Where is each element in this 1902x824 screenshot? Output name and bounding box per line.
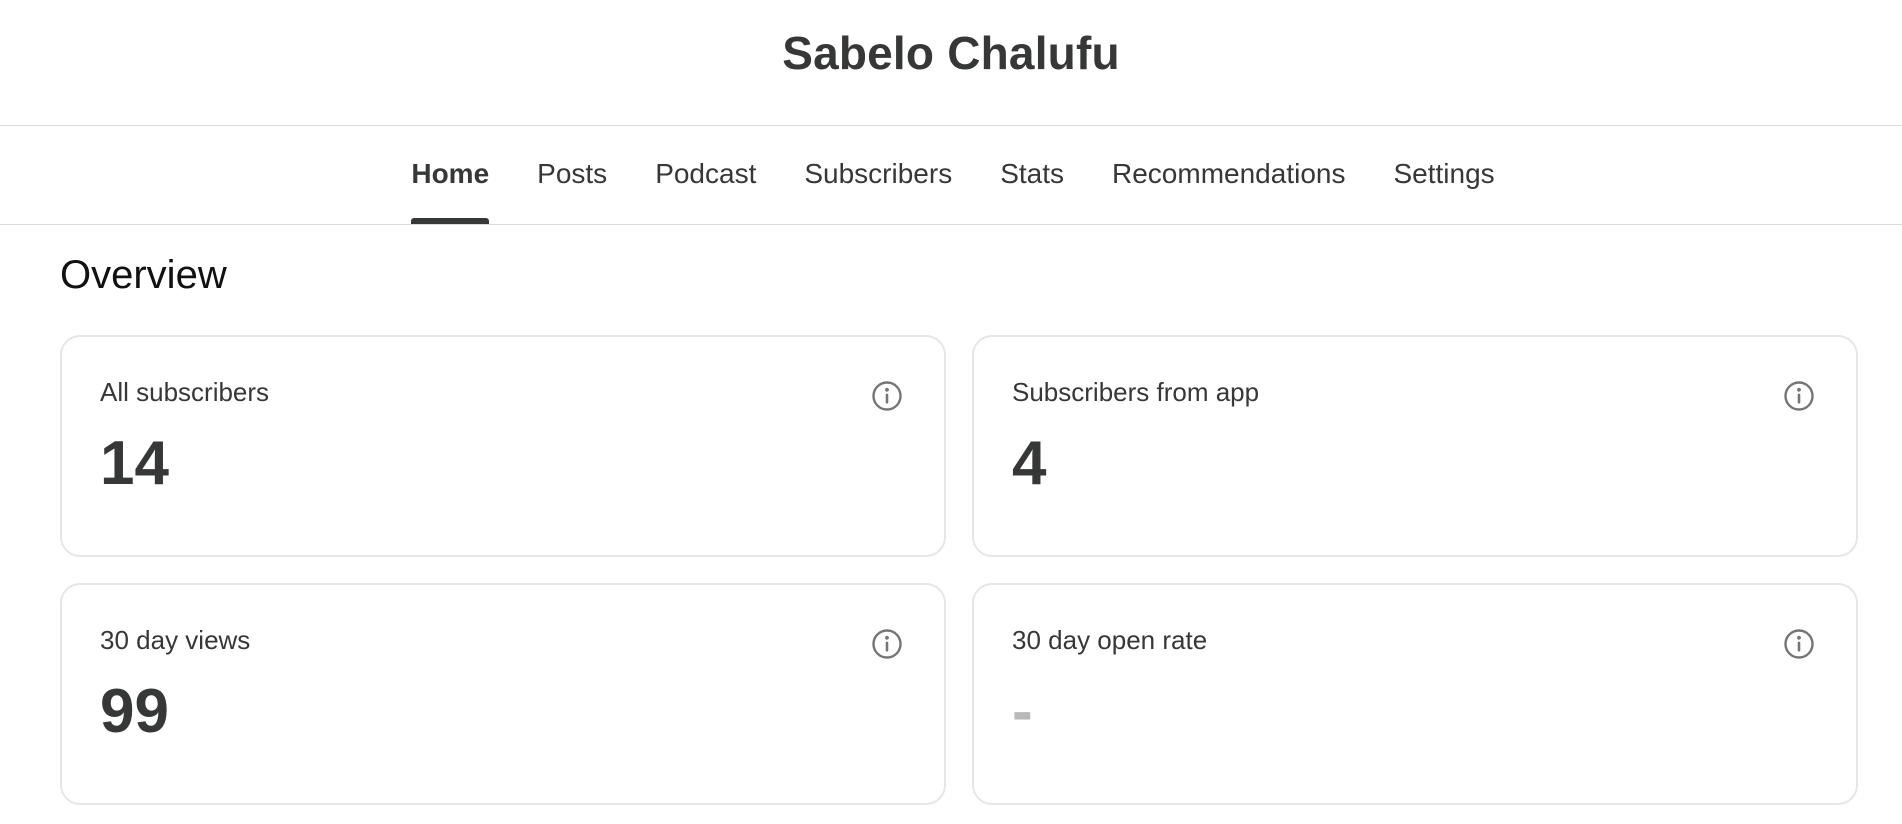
stat-card-label: 30 day views: [100, 625, 251, 655]
stat-card-label: All subscribers: [100, 377, 270, 407]
tab-podcast[interactable]: Podcast: [655, 126, 756, 224]
tab-subscribers[interactable]: Subscribers: [804, 126, 952, 224]
main-content: Overview All subscribers 14 Subscribers …: [0, 225, 1902, 805]
tab-posts[interactable]: Posts: [537, 126, 607, 224]
dashboard-nav: Home Posts Podcast Subscribers Stats Rec…: [0, 126, 1902, 225]
stat-card-value: 14: [100, 429, 169, 498]
stat-card-all-subscribers: All subscribers 14: [60, 335, 946, 557]
overview-heading: Overview: [60, 253, 227, 297]
stat-card-value: 99: [100, 677, 169, 746]
overview-cards: All subscribers 14 Subscribers from app …: [60, 335, 1858, 805]
publication-title: Sabelo Chalufu: [782, 26, 1120, 79]
stat-card-30-day-views: 30 day views 99: [60, 583, 946, 805]
tab-recommendations[interactable]: Recommendations: [1112, 126, 1345, 224]
tab-settings[interactable]: Settings: [1393, 126, 1494, 224]
tab-stats[interactable]: Stats: [1000, 126, 1064, 224]
info-icon[interactable]: [871, 380, 903, 412]
info-icon[interactable]: [1783, 380, 1815, 412]
info-icon[interactable]: [1783, 628, 1815, 660]
stat-card-label: Subscribers from app: [1012, 377, 1260, 407]
tab-home[interactable]: Home: [411, 126, 489, 224]
stat-card-value: -: [1012, 677, 1033, 746]
info-icon[interactable]: [871, 628, 903, 660]
site-header: Sabelo Chalufu: [0, 0, 1902, 126]
stat-card-30-day-open-rate: 30 day open rate -: [972, 583, 1858, 805]
stat-card-value: 4: [1012, 429, 1047, 498]
stat-card-label: 30 day open rate: [1012, 625, 1208, 655]
stat-card-subscribers-from-app: Subscribers from app 4: [972, 335, 1858, 557]
